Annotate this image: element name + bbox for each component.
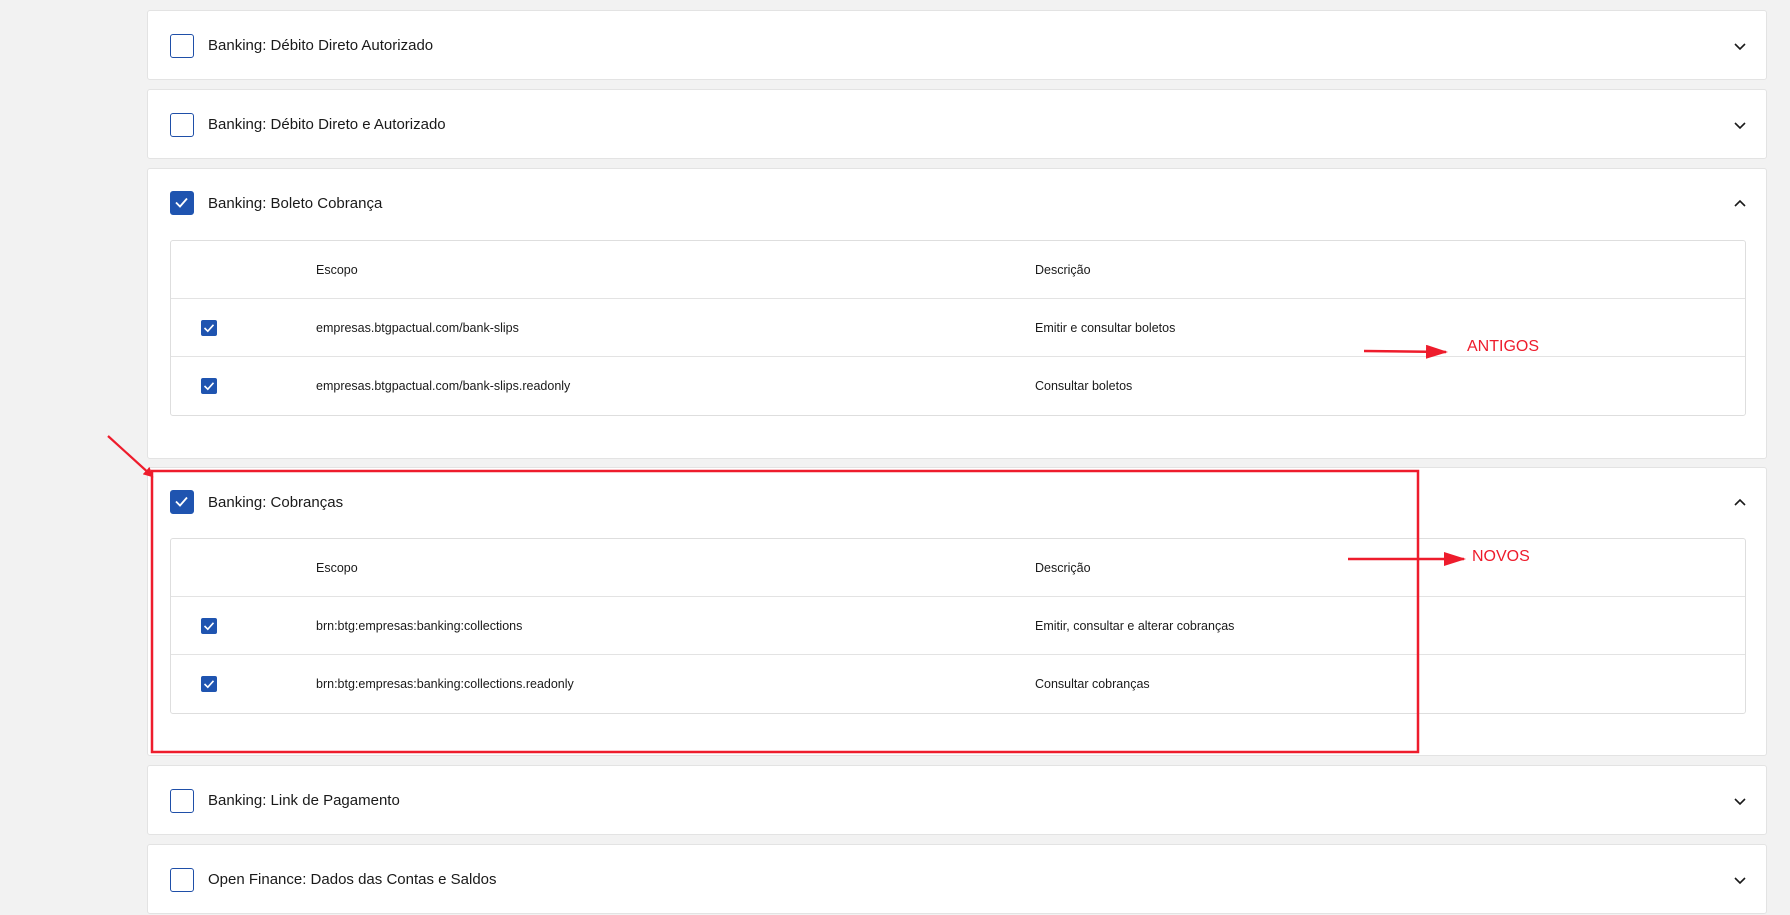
chevron-down-icon[interactable] <box>1732 793 1748 809</box>
table-header-row: Escopo Descrição <box>171 241 1745 299</box>
accordion-card-link-de-pagamento: Banking: Link de Pagamento <box>147 765 1767 835</box>
annotation-arrow-icon <box>107 435 154 478</box>
description-value: Emitir, consultar e alterar cobranças <box>1035 618 1235 633</box>
annotation-label-antigos: ANTIGOS <box>1467 338 1540 355</box>
table-row: brn:btg:empresas:banking:collections Emi… <box>171 597 1745 655</box>
accordion-card-debito-direto-autorizado: Banking: Débito Direto Autorizado <box>147 10 1767 80</box>
column-header-description: Descrição <box>1035 262 1091 277</box>
accordion-card-debito-direto-e-autorizado: Banking: Débito Direto e Autorizado <box>147 89 1767 159</box>
scope-value: brn:btg:empresas:banking:collections <box>316 618 523 633</box>
card-title: Banking: Débito Direto Autorizado <box>208 37 434 54</box>
scope-value: empresas.btgpactual.com/bank-slips.reado… <box>316 379 571 393</box>
scope-value: empresas.btgpactual.com/bank-slips <box>316 320 519 335</box>
chevron-up-icon[interactable] <box>1732 495 1748 511</box>
accordion-header[interactable]: Banking: Link de Pagamento <box>148 766 1766 836</box>
table-row: empresas.btgpactual.com/bank-slips.reado… <box>171 357 1745 415</box>
accordion-header[interactable]: Banking: Débito Direto e Autorizado <box>148 90 1766 160</box>
checkbox-empty-icon[interactable] <box>170 789 194 813</box>
card-title: Banking: Boleto Cobrança <box>208 195 383 212</box>
checkbox-empty-icon[interactable] <box>170 868 194 892</box>
table-row: brn:btg:empresas:banking:collections.rea… <box>171 655 1745 713</box>
accordion-card-cobrancas: Banking: Cobranças Escopo Descrição brn:… <box>147 467 1767 756</box>
scope-table-boleto: Escopo Descrição empresas.btgpactual.com… <box>170 240 1746 416</box>
column-header-description: Descrição <box>1035 560 1091 575</box>
accordion-header[interactable]: Banking: Boleto Cobrança <box>148 169 1766 239</box>
accordion-card-open-finance-contas-saldos: Open Finance: Dados das Contas e Saldos <box>147 844 1767 914</box>
chevron-down-icon[interactable] <box>1732 117 1748 133</box>
chevron-up-icon[interactable] <box>1732 196 1748 212</box>
card-title: Open Finance: Dados das Contas e Saldos <box>208 871 497 888</box>
checkbox-empty-icon[interactable] <box>170 34 194 58</box>
checkbox-checked-icon[interactable] <box>201 676 217 692</box>
accordion-card-boleto-cobranca: Banking: Boleto Cobrança Escopo Descriçã… <box>147 168 1767 459</box>
checkbox-checked-icon[interactable] <box>201 378 217 394</box>
description-value: Consultar boletos <box>1035 379 1133 393</box>
card-title: Banking: Cobranças <box>208 494 344 511</box>
checkbox-empty-icon[interactable] <box>170 113 194 137</box>
card-title: Banking: Link de Pagamento <box>208 792 400 809</box>
scope-value: brn:btg:empresas:banking:collections.rea… <box>316 677 574 691</box>
chevron-down-icon[interactable] <box>1732 872 1748 888</box>
description-value: Emitir e consultar boletos <box>1035 320 1176 335</box>
accordion-header[interactable]: Banking: Débito Direto Autorizado <box>148 11 1766 81</box>
column-header-scope: Escopo <box>316 560 358 575</box>
annotation-label-novos: NOVOS <box>1472 548 1530 565</box>
checkbox-checked-icon[interactable] <box>170 191 194 215</box>
accordion-header[interactable]: Open Finance: Dados das Contas e Saldos <box>148 845 1766 915</box>
column-header-scope: Escopo <box>316 262 358 277</box>
card-title: Banking: Débito Direto e Autorizado <box>208 116 446 133</box>
description-value: Consultar cobranças <box>1035 677 1150 691</box>
accordion-header[interactable]: Banking: Cobranças <box>148 468 1766 538</box>
checkbox-checked-icon[interactable] <box>201 319 217 336</box>
checkbox-checked-icon[interactable] <box>170 490 194 514</box>
chevron-down-icon[interactable] <box>1732 38 1748 54</box>
checkbox-checked-icon[interactable] <box>201 617 217 634</box>
